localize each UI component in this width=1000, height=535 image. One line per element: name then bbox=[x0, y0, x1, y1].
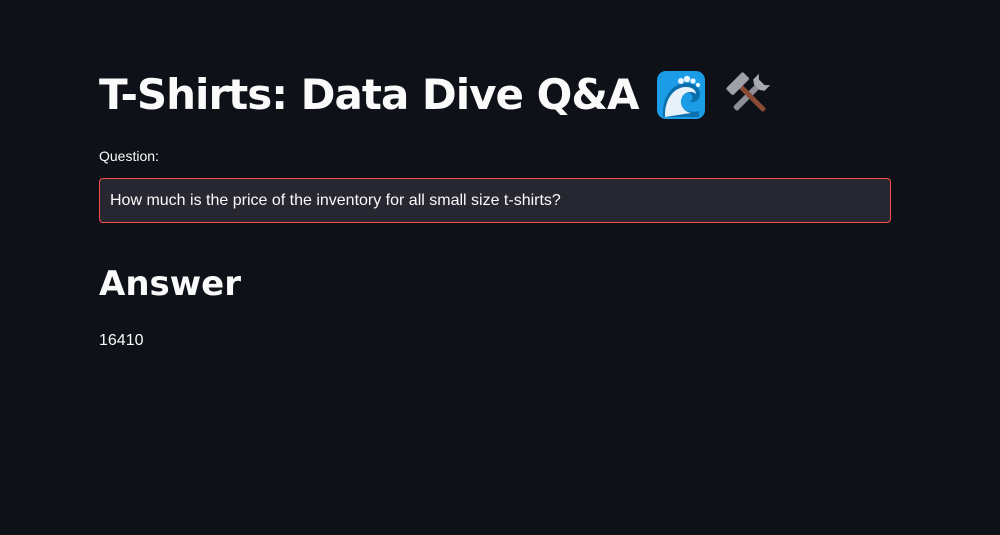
water-wave-icon bbox=[655, 69, 707, 121]
page-title: T-Shirts: Data Dive Q&A bbox=[99, 66, 775, 124]
question-input-container[interactable] bbox=[99, 178, 891, 223]
question-label: Question: bbox=[99, 148, 159, 164]
page-title-text: T-Shirts: Data Dive Q&A bbox=[99, 70, 639, 119]
answer-value: 16410 bbox=[99, 332, 144, 349]
question-input[interactable] bbox=[100, 179, 890, 222]
answer-heading: Answer bbox=[99, 264, 241, 304]
hammer-and-wrench-icon bbox=[723, 69, 775, 121]
